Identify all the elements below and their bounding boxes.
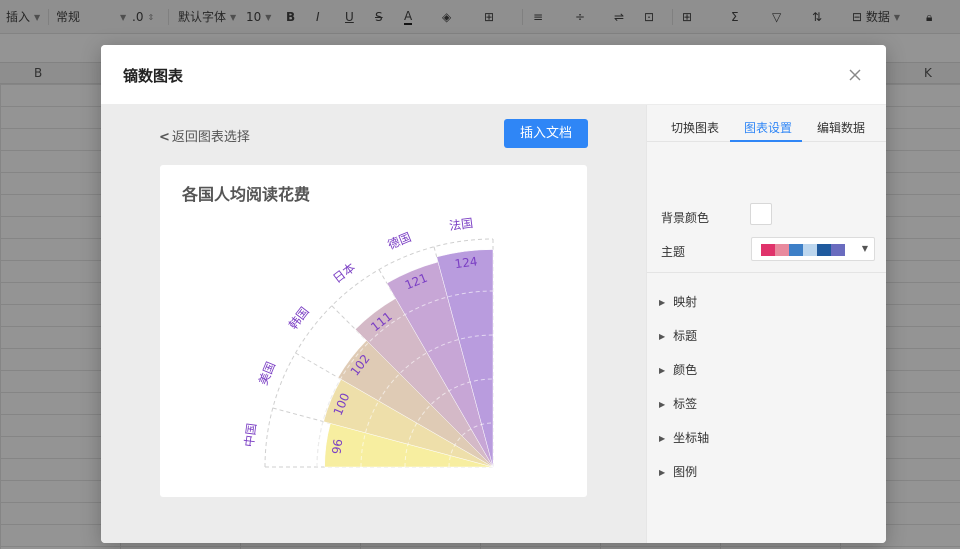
category-label: 中国 bbox=[241, 422, 259, 448]
dialog-title: 镝数图表 bbox=[123, 67, 184, 85]
expand-triangle-icon: ▶ bbox=[659, 468, 666, 477]
background-color-label: 背景颜色 bbox=[661, 211, 710, 225]
category-label: 韩国 bbox=[285, 304, 312, 332]
expand-triangle-icon: ▶ bbox=[659, 400, 666, 409]
back-link-label: 返回图表选择 bbox=[171, 130, 250, 145]
tab-switch-chart[interactable]: 切换图表 bbox=[671, 119, 719, 136]
background-color-picker[interactable] bbox=[750, 203, 772, 225]
category-label: 法国 bbox=[448, 216, 474, 233]
dialog-header: 镝数图表 bbox=[101, 45, 886, 105]
value-label: 96 bbox=[330, 438, 346, 455]
theme-color-swatch bbox=[817, 244, 831, 256]
tab-chart-settings[interactable]: 图表设置 bbox=[744, 119, 792, 136]
section-color[interactable]: ▶ 颜色 bbox=[659, 361, 697, 378]
close-icon[interactable] bbox=[845, 65, 865, 85]
section-axis[interactable]: ▶ 坐标轴 bbox=[659, 429, 709, 446]
theme-color-swatch bbox=[803, 244, 817, 256]
theme-color-swatch bbox=[789, 244, 803, 256]
theme-color-swatch bbox=[761, 244, 775, 256]
theme-label: 主题 bbox=[661, 245, 686, 259]
section-mapping[interactable]: ▶ 映射 bbox=[659, 293, 697, 310]
back-to-chart-selection-link[interactable]: < 返回图表选择 bbox=[159, 126, 250, 145]
rose-chart: 96中国100美国 102韩国 111日本 121德国124法国 bbox=[241, 216, 494, 468]
section-legend[interactable]: ▶ 图例 bbox=[659, 463, 697, 480]
chevron-down-icon: ▼ bbox=[861, 244, 868, 253]
active-tab-indicator bbox=[730, 140, 802, 142]
settings-tabs: 切换图表 图表设置 编辑数据 bbox=[647, 105, 886, 142]
value-label: 124 bbox=[454, 254, 479, 271]
theme-select[interactable]: ▼ bbox=[751, 237, 875, 261]
category-label: 美国 bbox=[256, 360, 278, 388]
theme-color-swatch bbox=[775, 244, 789, 256]
chart-card: 各国人均阅读花费 96 中国 100 美国 102 韩国 111 日本 121 德国 124 法国 bbox=[160, 165, 587, 497]
expand-triangle-icon: ▶ bbox=[659, 366, 666, 375]
expand-triangle-icon: ▶ bbox=[659, 298, 666, 307]
expand-triangle-icon: ▶ bbox=[659, 332, 666, 341]
chevron-left-icon: < bbox=[159, 130, 170, 145]
section-title[interactable]: ▶ 标题 bbox=[659, 327, 697, 344]
section-labels[interactable]: ▶ 标签 bbox=[659, 395, 697, 412]
theme-color-swatch bbox=[831, 244, 845, 256]
category-label: 德国 bbox=[385, 229, 413, 252]
category-label: 日本 bbox=[330, 260, 358, 286]
tab-edit-data[interactable]: 编辑数据 bbox=[817, 119, 865, 136]
insert-document-button[interactable]: 插入文档 bbox=[504, 119, 588, 148]
divider bbox=[647, 272, 886, 273]
chart-preview-pane: < 返回图表选择 插入文档 各国人均阅读花费 96 中国 100 美国 102 韩国 111 日… bbox=[101, 105, 646, 543]
settings-pane: 切换图表 图表设置 编辑数据 背景颜色 主题 ▼ ▶ 映射 ▶ 标题 ▶ 颜色 ▶ 标签… bbox=[646, 105, 886, 543]
expand-triangle-icon: ▶ bbox=[659, 434, 666, 443]
chart-dialog: 镝数图表 < 返回图表选择 插入文档 各国人均阅读花费 96 中国 100 美国 102 韩… bbox=[101, 45, 886, 543]
